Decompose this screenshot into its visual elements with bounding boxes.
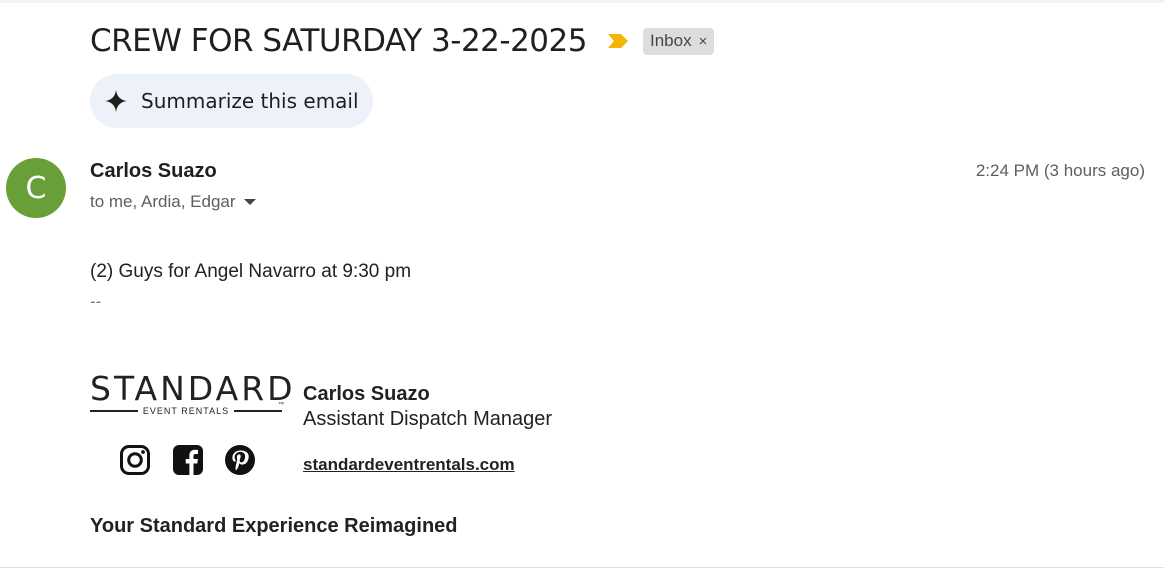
subject-row: CREW FOR SATURDAY 3-22-2025 Inbox × [90, 20, 715, 62]
pinterest-icon[interactable] [224, 444, 256, 476]
logo-wordmark: STANDARD [90, 369, 296, 408]
sender-avatar[interactable]: C [6, 158, 66, 218]
email-subject: CREW FOR SATURDAY 3-22-2025 [90, 23, 587, 59]
summarize-button-label: Summarize this email [141, 89, 359, 113]
signature-separator: -- [90, 292, 102, 311]
label-chip-text: Inbox [649, 31, 692, 50]
email-timestamp: 2:24 PM (3 hours ago) [975, 161, 1145, 180]
logo-rule-right [234, 410, 282, 412]
email-body-text: (2) Guys for Angel Navarro at 9:30 pm [90, 261, 412, 282]
inbox-label-chip[interactable]: Inbox × [642, 27, 715, 55]
signature-title: Assistant Dispatch Manager [303, 408, 553, 430]
logo-rule-left [90, 410, 138, 412]
instagram-icon[interactable] [119, 444, 151, 476]
signature-name: Carlos Suazo [303, 383, 430, 405]
logo-trademark: ™ [278, 402, 284, 408]
bottom-divider [0, 567, 1164, 568]
summarize-email-button[interactable]: Summarize this email [90, 74, 373, 128]
remove-label-icon[interactable]: × [699, 33, 708, 50]
standard-event-rentals-logo: STANDARD EVENT RENTALS ™ [90, 369, 296, 420]
show-details-chevron-icon[interactable] [243, 199, 256, 205]
sender-name[interactable]: Carlos Suazo [90, 160, 217, 183]
logo-subline: EVENT RENTALS [90, 406, 282, 416]
facebook-icon[interactable] [172, 444, 204, 476]
signature-tagline: Your Standard Experience Reimagined [90, 515, 458, 537]
importance-marker-icon[interactable] [607, 33, 629, 49]
recipients-line: to me, Ardia, Edgar [90, 192, 256, 212]
top-divider [0, 0, 1164, 3]
logo-subtext: EVENT RENTALS [142, 406, 230, 416]
website-link[interactable]: standardeventrentals.com [303, 455, 515, 475]
recipients-text: to me, Ardia, Edgar [90, 192, 236, 211]
sparkle-icon [105, 90, 127, 112]
